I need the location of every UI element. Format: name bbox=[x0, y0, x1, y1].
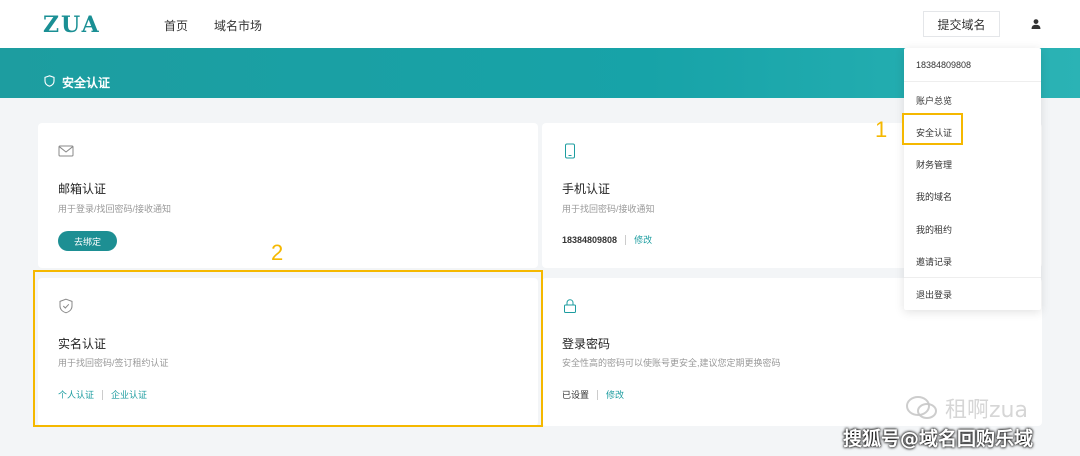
modify-password-link[interactable]: 修改 bbox=[606, 388, 624, 401]
email-verification-card: 邮箱认证 用于登录/找回密码/接收通知 去绑定 bbox=[38, 123, 538, 268]
account-phone: 18384809808 bbox=[916, 60, 972, 70]
logo[interactable]: ZUA bbox=[43, 12, 101, 38]
user-icon[interactable] bbox=[1030, 18, 1042, 30]
card-title: 邮箱认证 bbox=[58, 182, 107, 196]
modify-phone-link[interactable]: 修改 bbox=[634, 233, 652, 246]
submit-domain-button[interactable]: 提交域名 bbox=[923, 11, 1000, 37]
card-title: 手机认证 bbox=[562, 182, 611, 196]
card-title: 登录密码 bbox=[562, 337, 611, 351]
shield-icon bbox=[44, 75, 55, 87]
user-dropdown-menu: 18384809808 账户总览 安全认证 财务管理 我的域名 我的租约 邀请记… bbox=[904, 48, 1041, 310]
highlight-box-2 bbox=[33, 270, 543, 427]
annotation-number-1: 1 bbox=[875, 117, 888, 142]
menu-item-finance[interactable]: 财务管理 bbox=[916, 158, 952, 171]
card-description: 用于找回密码/接收通知 bbox=[562, 204, 655, 214]
password-action-row: 已设置 修改 bbox=[562, 388, 624, 401]
highlight-box-1 bbox=[902, 113, 963, 145]
menu-item-invite-records[interactable]: 邀请记录 bbox=[916, 255, 952, 268]
mail-icon bbox=[58, 145, 74, 157]
phone-action-row: 18384809808 修改 bbox=[562, 233, 652, 246]
annotation-number-2: 2 bbox=[271, 240, 284, 265]
divider bbox=[597, 389, 599, 400]
watermark-account-text: 租啊zua bbox=[945, 398, 1028, 423]
phone-number: 18384809808 bbox=[562, 234, 618, 245]
card-description: 安全性高的密码可以使账号更安全,建议您定期更换密码 bbox=[562, 358, 781, 368]
divider bbox=[904, 81, 1041, 82]
divider bbox=[904, 277, 1041, 278]
card-description: 用于登录/找回密码/接收通知 bbox=[58, 204, 172, 214]
nav-domain-market[interactable]: 域名市场 bbox=[214, 17, 262, 34]
watermark-source: 搜狐号@域名回购乐域 bbox=[843, 428, 1034, 450]
page-title: 安全认证 bbox=[62, 76, 111, 90]
menu-item-my-leases[interactable]: 我的租约 bbox=[916, 223, 952, 236]
phone-icon bbox=[565, 143, 575, 159]
top-nav: ZUA 首页 域名市场 提交域名 bbox=[0, 0, 1080, 48]
lock-icon bbox=[564, 299, 576, 313]
wechat-icon bbox=[906, 396, 937, 419]
password-status: 已设置 bbox=[562, 390, 590, 400]
bind-email-button[interactable]: 去绑定 bbox=[58, 231, 117, 251]
divider bbox=[625, 234, 627, 245]
watermark-account: 租啊zua bbox=[905, 392, 1028, 424]
nav-home[interactable]: 首页 bbox=[164, 17, 188, 34]
menu-item-logout[interactable]: 退出登录 bbox=[916, 288, 952, 301]
menu-item-account-overview[interactable]: 账户总览 bbox=[916, 94, 952, 107]
menu-item-my-domains[interactable]: 我的域名 bbox=[916, 190, 952, 203]
